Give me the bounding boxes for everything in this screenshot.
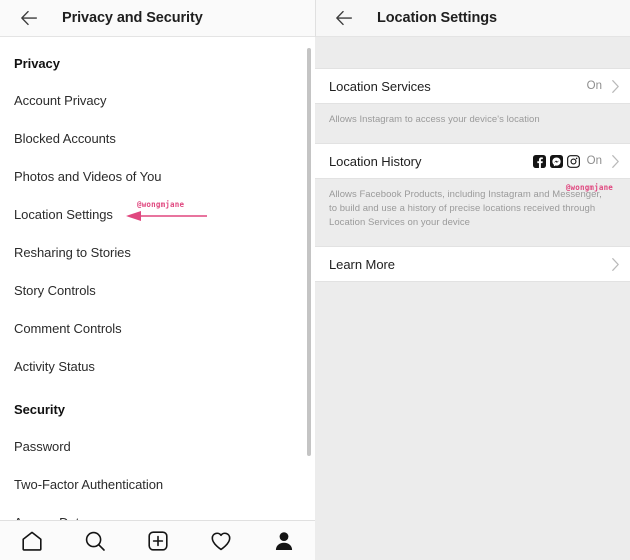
- row-value: On: [586, 80, 602, 92]
- sidebar-item-location-settings[interactable]: Location Settings: [0, 196, 315, 234]
- home-icon[interactable]: [15, 526, 49, 556]
- chevron-right-icon: [612, 154, 619, 168]
- row-value: On: [586, 155, 602, 167]
- heart-icon[interactable]: [204, 526, 238, 556]
- row-location-services[interactable]: Location Services On: [315, 68, 630, 104]
- sidebar-item-story-controls[interactable]: Story Controls: [0, 272, 315, 310]
- privacy-and-security-panel: Privacy and Security Privacy Account Pri…: [0, 0, 315, 560]
- add-post-icon[interactable]: [141, 526, 175, 556]
- profile-icon[interactable]: [267, 526, 301, 556]
- row-label: Location History: [329, 153, 422, 169]
- row-learn-more[interactable]: Learn More: [315, 246, 630, 282]
- left-panel-scrollbar[interactable]: [306, 38, 313, 520]
- privacy-settings-list: Privacy Account Privacy Blocked Accounts…: [0, 37, 315, 520]
- page-title: Privacy and Security: [62, 10, 203, 26]
- row-label: Learn More: [329, 256, 395, 272]
- left-panel-header: Privacy and Security: [0, 0, 315, 37]
- facebook-icon: [532, 154, 546, 168]
- product-icons: [532, 154, 580, 168]
- row-description-location-services: Allows Instagram to access your device's…: [329, 114, 540, 125]
- sidebar-item-access-data[interactable]: Access Data: [0, 504, 315, 520]
- row-label: Location Services: [329, 78, 431, 94]
- back-arrow-icon[interactable]: [18, 7, 40, 29]
- chevron-right-icon: [612, 79, 619, 93]
- sidebar-item-blocked-accounts[interactable]: Blocked Accounts: [0, 120, 315, 158]
- sidebar-section-security: Security: [14, 402, 65, 417]
- chevron-right-icon: [612, 257, 619, 271]
- page-title: Location Settings: [377, 10, 497, 26]
- sidebar-item-resharing-to-stories[interactable]: Resharing to Stories: [0, 234, 315, 272]
- sidebar-section-privacy: Privacy: [14, 56, 60, 71]
- sidebar-item-two-factor-authentication[interactable]: Two-Factor Authentication: [0, 466, 315, 504]
- location-settings-panel: Location Settings Location Services On A…: [315, 0, 630, 560]
- instagram-icon: [566, 154, 580, 168]
- scrollbar-thumb[interactable]: [307, 48, 311, 456]
- location-settings-body: Location Services On Allows Instagram to…: [315, 37, 630, 560]
- right-panel-header: Location Settings: [315, 0, 630, 37]
- sidebar-item-account-privacy[interactable]: Account Privacy: [0, 82, 315, 120]
- back-arrow-icon[interactable]: [333, 7, 355, 29]
- row-location-history[interactable]: Location History On: [315, 143, 630, 179]
- bottom-navigation-bar: [0, 520, 315, 560]
- sidebar-item-photos-and-videos-of-you[interactable]: Photos and Videos of You: [0, 158, 315, 196]
- messenger-icon: [549, 154, 563, 168]
- sidebar-item-activity-status[interactable]: Activity Status: [0, 348, 315, 386]
- app-screen: Privacy and Security Privacy Account Pri…: [0, 0, 630, 560]
- sidebar-item-password[interactable]: Password: [0, 428, 315, 466]
- search-icon[interactable]: [78, 526, 112, 556]
- row-description-location-history: Allows Facebook Products, including Inst…: [329, 189, 602, 228]
- sidebar-item-comment-controls[interactable]: Comment Controls: [0, 310, 315, 348]
